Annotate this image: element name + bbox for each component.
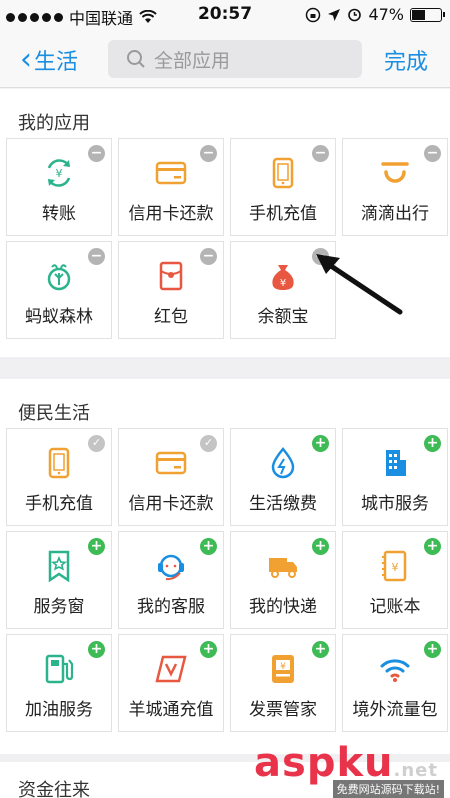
- added-check-icon[interactable]: ✓: [88, 435, 105, 452]
- app-tile[interactable]: 我的客服 +: [118, 531, 224, 629]
- add-icon[interactable]: +: [424, 641, 441, 658]
- app-tile[interactable]: 手机充值 ✓: [6, 428, 112, 526]
- app-label: 生活缴费: [249, 494, 317, 514]
- app-tile[interactable]: 境外流量包 +: [342, 634, 448, 732]
- back-button[interactable]: ‹ 生活: [20, 44, 78, 76]
- remove-icon[interactable]: −: [424, 145, 441, 162]
- back-label: 生活: [34, 50, 79, 75]
- battery-percent: 47%: [368, 5, 404, 24]
- app-tile[interactable]: 红包 −: [118, 241, 224, 339]
- app-tile[interactable]: ¥ 发票管家 +: [230, 634, 336, 732]
- remove-icon[interactable]: −: [200, 145, 217, 162]
- app-label: 转账: [42, 204, 76, 224]
- app-tile[interactable]: 城市服务 +: [342, 428, 448, 526]
- done-button[interactable]: 完成: [384, 44, 428, 76]
- location-icon: [328, 8, 341, 21]
- add-icon[interactable]: +: [88, 641, 105, 658]
- svg-text:¥: ¥: [280, 278, 286, 289]
- app-label: 信用卡还款: [128, 494, 214, 514]
- app-label: 手机充值: [25, 494, 93, 514]
- section-title: 我的应用: [18, 113, 90, 134]
- search-icon: [127, 50, 145, 68]
- app-label: 加油服务: [25, 700, 93, 720]
- status-bar: 中国联通 20:57 47%: [0, 0, 450, 30]
- app-label: 服务窗: [33, 597, 85, 617]
- add-icon[interactable]: +: [200, 538, 217, 555]
- app-label: 我的客服: [137, 597, 205, 617]
- life-services-section: 便民生活 手机充值 ✓ 信用卡还款 ✓ 生活缴费 + 城市服务 + 服务窗 + 我的客服 + 我的快递 +…: [0, 379, 450, 754]
- life-services-grid: 手机充值 ✓ 信用卡还款 ✓ 生活缴费 + 城市服务 + 服务窗 + 我的客服 + 我的快递 + ¥ 记账本 +…: [6, 428, 448, 743]
- app-label: 我的快递: [249, 597, 317, 617]
- search-placeholder: 全部应用: [154, 49, 231, 72]
- app-label: 记账本: [369, 597, 421, 617]
- add-icon[interactable]: +: [424, 435, 441, 452]
- app-label: 信用卡还款: [128, 204, 214, 224]
- section-divider: [0, 357, 450, 379]
- app-tile[interactable]: 羊城通充值 +: [118, 634, 224, 732]
- app-tile[interactable]: ¥ 记账本 +: [342, 531, 448, 629]
- add-icon[interactable]: +: [200, 641, 217, 658]
- app-label: 蚂蚁森林: [25, 307, 93, 327]
- app-label: 发票管家: [249, 700, 317, 720]
- app-label: 手机充值: [249, 204, 317, 224]
- remove-icon[interactable]: −: [312, 145, 329, 162]
- app-tile[interactable]: 生活缴费 +: [230, 428, 336, 526]
- add-icon[interactable]: +: [88, 538, 105, 555]
- app-label: 境外流量包: [352, 700, 438, 720]
- chevron-left-icon: ‹: [20, 42, 32, 77]
- watermark-subtitle: 免费网站源码下载站!: [332, 780, 444, 798]
- app-tile[interactable]: 信用卡还款 ✓: [118, 428, 224, 526]
- search-input[interactable]: 全部应用: [108, 40, 362, 78]
- remove-icon[interactable]: −: [88, 248, 105, 265]
- app-label: 城市服务: [361, 494, 429, 514]
- app-tile[interactable]: 我的快递 +: [230, 531, 336, 629]
- app-tile[interactable]: 信用卡还款 −: [118, 138, 224, 236]
- app-tile[interactable]: 手机充值 −: [230, 138, 336, 236]
- add-icon[interactable]: +: [312, 435, 329, 452]
- watermark-suffix: .net: [393, 760, 438, 781]
- add-icon[interactable]: +: [424, 538, 441, 555]
- app-label: 红包: [154, 307, 188, 327]
- alarm-icon: [348, 8, 362, 22]
- app-tile[interactable]: 服务窗 +: [6, 531, 112, 629]
- section-title: 资金往来: [18, 780, 90, 798]
- app-tile[interactable]: 加油服务 +: [6, 634, 112, 732]
- nav-bar: ‹ 生活 全部应用 完成: [0, 30, 450, 88]
- remove-icon[interactable]: −: [88, 145, 105, 162]
- add-icon[interactable]: +: [312, 538, 329, 555]
- app-tile[interactable]: ¥ 转账 −: [6, 138, 112, 236]
- add-icon[interactable]: +: [312, 641, 329, 658]
- app-tile[interactable]: 滴滴出行 −: [342, 138, 448, 236]
- app-label: 羊城通充值: [128, 700, 214, 720]
- svg-text:¥: ¥: [392, 561, 399, 574]
- battery-icon: [410, 7, 445, 22]
- added-check-icon[interactable]: ✓: [200, 435, 217, 452]
- arrow-annotation: [316, 254, 403, 315]
- section-title: 便民生活: [18, 403, 90, 424]
- app-label: 滴滴出行: [361, 204, 429, 224]
- remove-icon[interactable]: −: [200, 248, 217, 265]
- app-tile[interactable]: 蚂蚁森林 −: [6, 241, 112, 339]
- svg-text:¥: ¥: [56, 167, 63, 180]
- svg-text:¥: ¥: [280, 662, 286, 672]
- rotation-lock-icon: [306, 7, 321, 22]
